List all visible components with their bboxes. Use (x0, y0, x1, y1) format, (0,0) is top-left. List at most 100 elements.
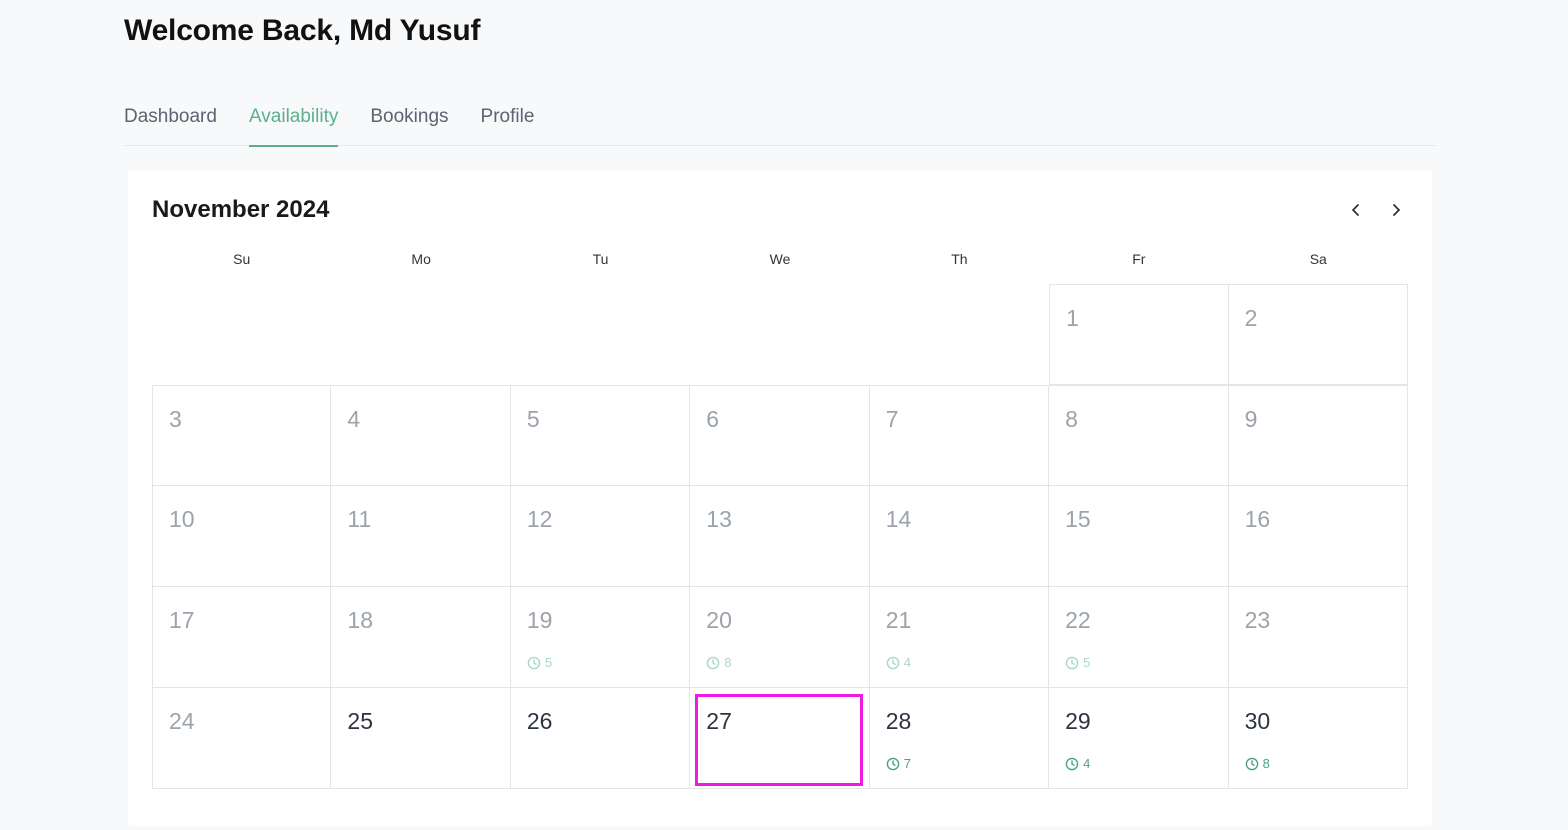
weekday-label: Tu (592, 251, 609, 267)
day-number: 3 (169, 406, 182, 432)
calendar-day-cell[interactable]: 6 (690, 385, 870, 486)
day-number: 4 (347, 406, 361, 432)
calendar-day-cell[interactable]: 4 (331, 385, 511, 486)
calendar-day-cell[interactable]: 26 (510, 688, 691, 789)
calendar-day-cell[interactable]: 16 (1228, 486, 1408, 587)
day-number: 21 (885, 607, 912, 633)
slot-count: 4 (886, 655, 911, 670)
day-number: 17 (169, 607, 195, 633)
calendar-day-cell[interactable]: 24 (152, 688, 332, 789)
weekday-label: Th (951, 251, 968, 267)
calendar-day-cell[interactable]: 21 4 (869, 587, 1050, 688)
day-number: 27 (706, 708, 732, 734)
slot-count-value: 7 (903, 756, 911, 771)
calendar-empty-cell (511, 284, 690, 385)
day-number: 19 (526, 607, 553, 633)
day-number: 24 (169, 708, 195, 734)
day-number: 26 (526, 708, 553, 734)
calendar-empty-cell (690, 284, 869, 385)
day-number: 20 (706, 607, 732, 633)
calendar-day-cell[interactable]: 15 (1049, 486, 1229, 587)
day-number: 23 (1244, 607, 1271, 633)
clock-icon (527, 656, 541, 670)
weekday-label: Su (233, 251, 251, 267)
calendar-day-cell[interactable]: 14 (869, 486, 1050, 587)
calendar-day-cell[interactable]: 2 (1228, 284, 1408, 385)
calendar-day-cell[interactable]: 19 5 (510, 587, 691, 688)
chevron-left-icon (1352, 204, 1359, 216)
calendar-day-cell[interactable]: 23 (1228, 587, 1408, 688)
day-number: 8 (1065, 406, 1078, 432)
calendar-day-cell[interactable]: 18 (331, 587, 511, 688)
slot-count-value: 4 (1083, 756, 1091, 771)
calendar-day-cell[interactable]: 17 (152, 587, 332, 688)
calendar-day-cell[interactable]: 11 (331, 486, 511, 587)
slot-count-value: 8 (1262, 756, 1270, 771)
day-number: 10 (169, 506, 195, 532)
clock-icon (1065, 656, 1079, 670)
calendar-day-cell[interactable]: 9 (1228, 385, 1408, 486)
day-number: 15 (1065, 506, 1091, 532)
day-number: 28 (885, 708, 912, 734)
calendar-empty-cell (870, 284, 1049, 385)
slot-count: 5 (527, 655, 552, 670)
day-number: 7 (885, 406, 899, 432)
calendar-day-cell[interactable]: 5 (510, 385, 691, 486)
slot-count: 4 (1065, 756, 1090, 771)
slot-count-value: 8 (724, 655, 732, 670)
day-number: 25 (347, 708, 374, 734)
page-title: Welcome Back, Md Yusuf (124, 14, 481, 47)
clock-icon (706, 656, 720, 670)
next-month-button[interactable] (1382, 196, 1410, 224)
chevron-right-icon (1393, 204, 1400, 216)
tab-profile[interactable]: Profile (481, 98, 535, 146)
calendar-day-cell[interactable]: 27 (690, 688, 870, 789)
calendar-day-cell[interactable]: 13 (690, 486, 870, 587)
tab-dashboard[interactable]: Dashboard (124, 98, 217, 146)
main-tabs: Dashboard Availability Bookings Profile (124, 98, 1436, 147)
calendar-day-cell[interactable]: 20 8 (690, 587, 870, 688)
day-number: 5 (526, 406, 540, 432)
weekday-header: Su Mo Tu We Th Fr Sa (152, 248, 1408, 270)
calendar-day-cell[interactable]: 3 (152, 385, 332, 486)
calendar-day-cell[interactable]: 22 5 (1049, 587, 1229, 688)
previous-month-button[interactable] (1342, 196, 1370, 224)
availability-calendar: November 2024 Su Mo Tu We Th Fr Sa 12345… (128, 170, 1432, 826)
day-number: 30 (1244, 708, 1271, 734)
day-number: 6 (706, 406, 720, 432)
calendar-day-cell[interactable]: 1 (1049, 284, 1229, 385)
slot-count: 8 (706, 655, 732, 670)
day-number: 18 (347, 607, 374, 633)
calendar-day-cell[interactable]: 28 7 (869, 688, 1050, 789)
slot-count-value: 5 (544, 655, 553, 670)
slot-count-value: 5 (1083, 655, 1091, 670)
calendar-day-cell[interactable]: 29 4 (1049, 688, 1229, 789)
clock-icon (1065, 757, 1079, 771)
calendar-day-cell[interactable]: 7 (869, 385, 1050, 486)
day-number: 12 (526, 506, 553, 532)
day-number: 1 (1066, 305, 1079, 331)
calendar-day-cell[interactable]: 25 (331, 688, 511, 789)
clock-icon (886, 757, 900, 771)
day-number: 2 (1244, 305, 1258, 331)
weekday-label: Mo (411, 251, 431, 267)
day-number: 14 (885, 506, 912, 532)
day-number: 16 (1244, 506, 1271, 532)
slot-count: 5 (1065, 655, 1090, 670)
tab-availability[interactable]: Availability (248, 98, 339, 147)
month-title: November 2024 (152, 196, 330, 223)
calendar-day-cell[interactable]: 30 8 (1228, 688, 1408, 789)
slot-count: 7 (886, 756, 911, 771)
calendar-day-cell[interactable]: 8 (1049, 385, 1229, 486)
calendar-empty-cell (331, 284, 510, 385)
calendar-day-cell[interactable]: 12 (510, 486, 691, 587)
slot-count: 8 (1245, 756, 1270, 771)
clock-icon (1245, 757, 1259, 771)
clock-icon (886, 656, 900, 670)
tab-bookings[interactable]: Bookings (370, 98, 448, 146)
day-number: 11 (347, 506, 372, 532)
weekday-label: We (769, 251, 791, 267)
slot-count-value: 4 (903, 655, 911, 670)
weekday-label: Fr (1132, 251, 1146, 267)
calendar-day-cell[interactable]: 10 (152, 486, 332, 587)
